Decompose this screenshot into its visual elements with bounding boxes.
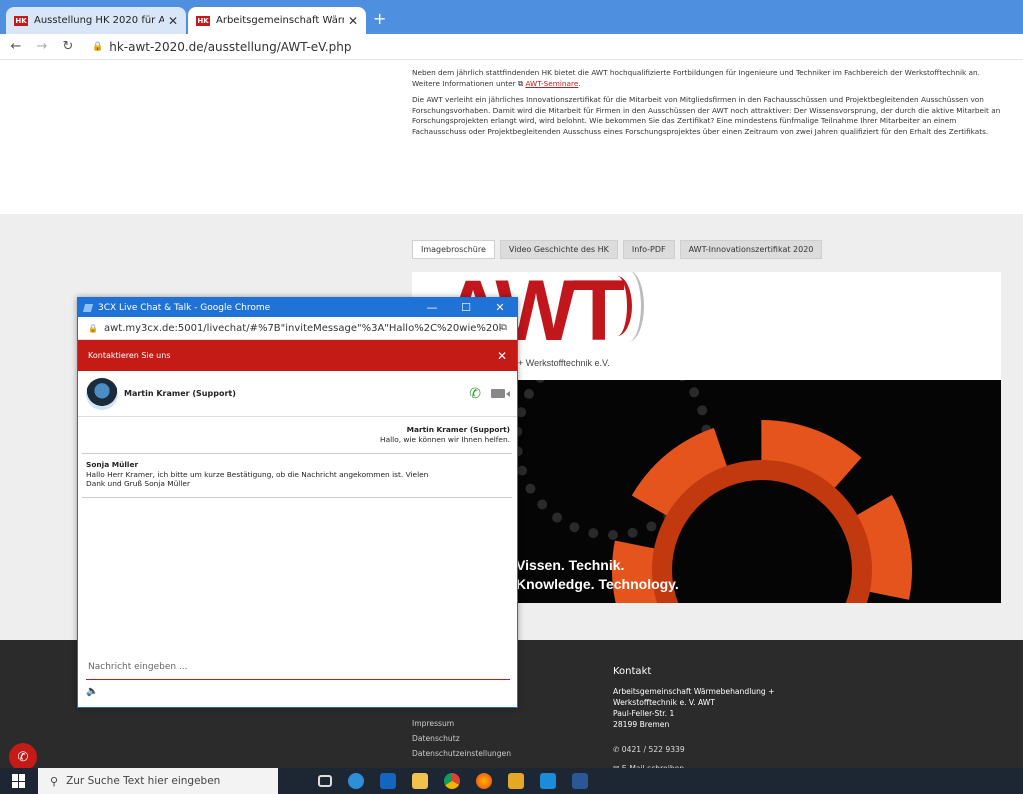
- speaker-icon[interactable]: 🔈: [86, 686, 98, 697]
- user-message: Sonja Müller Hallo Herr Kramer, ich bitt…: [86, 460, 506, 489]
- logo-subtitle: + Werkstofftechnik e.V.: [518, 358, 610, 368]
- phone-number[interactable]: ✆ 0421 / 522 9339: [613, 745, 685, 754]
- firefox-icon[interactable]: [476, 773, 492, 789]
- outlook-icon[interactable]: [380, 773, 396, 789]
- impressum-link[interactable]: Impressum: [412, 716, 511, 731]
- task-view-icon[interactable]: [318, 775, 332, 787]
- tab-imagebroschuere[interactable]: Imagebroschüre: [412, 240, 495, 259]
- word-icon[interactable]: [572, 773, 588, 789]
- intro-text: Neben dem jährlich stattfindenden HK bie…: [412, 68, 1002, 143]
- folder-icon[interactable]: [508, 773, 524, 789]
- paragraph-text: Neben dem jährlich stattfindenden HK bie…: [412, 68, 980, 88]
- chat-header-title: Kontaktieren Sie uns: [88, 351, 171, 360]
- chat-url-bar: 🔒 awt.my3cx.de:5001/livechat/#%7B"invite…: [78, 317, 517, 340]
- close-chat-button[interactable]: ✕: [497, 349, 507, 363]
- address-bar[interactable]: hk-awt-2020.de/ausstellung/AWT-eV.php: [109, 40, 351, 54]
- address: Arbeitsgemeinschaft Wärmebehandlung + We…: [613, 686, 775, 730]
- windows-start-icon[interactable]: [12, 774, 26, 788]
- message-sender: Martin Kramer (Support): [406, 425, 510, 434]
- call-widget-button[interactable]: ✆: [9, 743, 37, 771]
- message-divider: [82, 453, 512, 454]
- reload-icon[interactable]: ↻: [58, 39, 78, 54]
- datenschutzeinstellungen-link[interactable]: Datenschutzeinstellungen: [412, 746, 511, 761]
- minimize-button[interactable]: —: [415, 301, 449, 314]
- seminare-link[interactable]: AWT-Seminare: [525, 79, 578, 88]
- paragraph-zertifikat: Die AWT verleiht ein jährliches Innovati…: [412, 95, 1001, 136]
- maximize-button[interactable]: ☐: [449, 301, 483, 314]
- tab-ausstellung[interactable]: HK Ausstellung HK 2020 für Ausstell ✕: [6, 7, 186, 34]
- message-divider: [82, 497, 512, 498]
- message-input[interactable]: Nachricht eingeben ...: [86, 658, 510, 680]
- chat-window-title: 3CX Live Chat & Talk - Google Chrome: [98, 302, 271, 313]
- hk-favicon-icon: HK: [196, 15, 210, 26]
- close-window-button[interactable]: ✕: [483, 301, 517, 314]
- tab-title: Ausstellung HK 2020 für Ausstell: [34, 15, 164, 26]
- tab-awt[interactable]: HK Arbeitsgemeinschaft Wärmebeh ✕: [188, 7, 366, 34]
- new-tab-button[interactable]: +: [373, 9, 386, 28]
- edge-icon[interactable]: [348, 773, 364, 789]
- file-explorer-icon[interactable]: [412, 773, 428, 789]
- kontakt-heading: Kontakt: [613, 666, 652, 677]
- agent-name: Martin Kramer (Support): [124, 389, 236, 398]
- live-chat-window: 3CX Live Chat & Talk - Google Chrome — ☐…: [77, 297, 518, 708]
- message-list: Martin Kramer (Support) Hallo, wie könne…: [78, 417, 517, 639]
- slogan: Vissen. Technik. Knowledge. Technology.: [516, 556, 679, 594]
- 3cx-icon: [82, 303, 94, 312]
- agent-message: Martin Kramer (Support) Hallo, wie könne…: [380, 425, 510, 445]
- hk-favicon-icon: HK: [14, 15, 28, 26]
- footer-links: Impressum Datenschutz Datenschutzeinstel…: [412, 716, 511, 761]
- browser-tabbar: HK Ausstellung HK 2020 für Ausstell ✕ HK…: [0, 0, 1023, 34]
- agent-bar: Martin Kramer (Support) ✆: [78, 371, 517, 417]
- chat-header: Kontaktieren Sie uns ✕: [78, 340, 517, 371]
- address-line: 28199 Bremen: [613, 720, 670, 729]
- logo-arc: [612, 272, 644, 342]
- tab-title: Arbeitsgemeinschaft Wärmebeh: [216, 15, 344, 26]
- chat-url[interactable]: awt.my3cx.de:5001/livechat/#%7B"inviteMe…: [104, 323, 501, 334]
- slogan-line: Vissen. Technik.: [516, 557, 625, 573]
- address-line: Paul-Feller-Str. 1: [613, 709, 675, 718]
- phone-icon[interactable]: ✆: [469, 386, 481, 402]
- close-tab-icon[interactable]: ✕: [348, 14, 358, 28]
- browser-navbar: ← → ↻ 🔒 hk-awt-2020.de/ausstellung/AWT-e…: [0, 34, 1023, 60]
- search-icon: ⚲: [50, 774, 59, 788]
- tab-zertifikat[interactable]: AWT-Innovationszertifikat 2020: [679, 240, 823, 259]
- message-text: Dank und Gruß Sonja Müller: [86, 479, 190, 488]
- message-text: Hallo Herr Kramer, ich bitte um kurze Be…: [86, 469, 429, 479]
- slogan-line: Knowledge. Technology.: [516, 576, 679, 592]
- taskbar-search[interactable]: ⚲ Zur Suche Text hier eingeben: [38, 768, 278, 794]
- message-text: Hallo, wie können wir Ihnen helfen.: [380, 435, 510, 444]
- forward-arrow-icon[interactable]: →: [32, 39, 52, 54]
- media-tabs: Imagebroschüre Video Geschichte des HK I…: [412, 240, 823, 259]
- paragraph-seminare: Neben dem jährlich stattfindenden HK bie…: [412, 68, 980, 88]
- back-arrow-icon[interactable]: ←: [6, 39, 26, 54]
- tab-video[interactable]: Video Geschichte des HK: [499, 240, 618, 259]
- close-tab-icon[interactable]: ✕: [168, 14, 178, 28]
- windows-taskbar: ⚲ Zur Suche Text hier eingeben: [0, 768, 1023, 794]
- avatar: [86, 377, 118, 410]
- tab-info-pdf[interactable]: Info-PDF: [622, 240, 675, 259]
- external-link-icon: ⧉: [517, 78, 524, 88]
- address-line: Werkstofftechnik e. V. AWT: [613, 698, 715, 707]
- translate-icon[interactable]: ⧉: [501, 323, 507, 333]
- app-icon[interactable]: [540, 773, 556, 789]
- address-line: Arbeitsgemeinschaft Wärmebehandlung +: [613, 687, 775, 696]
- chat-window-titlebar[interactable]: 3CX Live Chat & Talk - Google Chrome — ☐…: [78, 298, 517, 317]
- datenschutz-link[interactable]: Datenschutz: [412, 731, 511, 746]
- message-sender: Sonja Müller: [86, 460, 139, 469]
- chrome-icon[interactable]: [444, 773, 460, 789]
- search-placeholder: Zur Suche Text hier eingeben: [66, 775, 221, 787]
- lock-icon[interactable]: 🔒: [88, 324, 98, 333]
- video-icon[interactable]: [491, 389, 505, 398]
- lock-icon[interactable]: 🔒: [92, 42, 103, 52]
